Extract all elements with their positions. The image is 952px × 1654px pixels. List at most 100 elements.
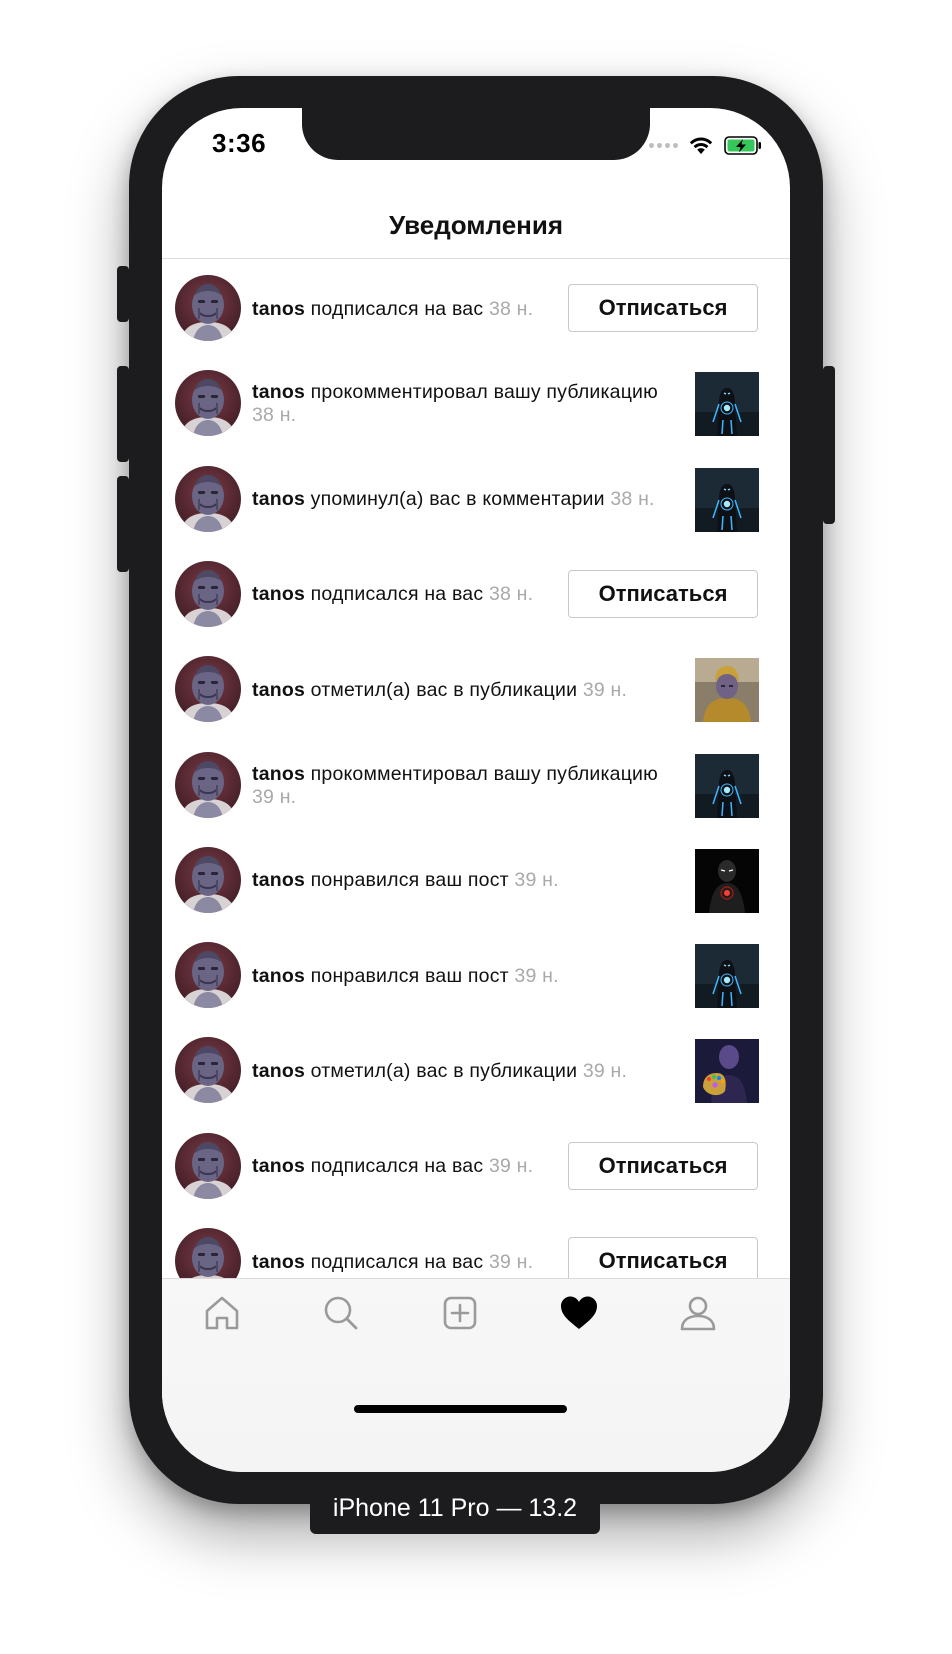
status-time: 3:36 (212, 128, 267, 158)
device-label: iPhone 11 Pro — 13.2 (310, 1482, 600, 1534)
unfollow-button[interactable]: Отписаться (568, 569, 758, 618)
avatar[interactable] (175, 1037, 241, 1104)
tab-bar (162, 1278, 790, 1472)
notification-action: отметил(а) вас в публикации (305, 1059, 583, 1082)
simulator-stage: 3:36 Уведомления tanos подписался на вас… (0, 0, 952, 1654)
navigation-header: Уведомления (162, 192, 790, 259)
volume-up-button (117, 366, 129, 462)
notification-text: tanos отметил(а) вас в публикации 39 н. (252, 1021, 627, 1121)
wifi-icon (689, 137, 713, 154)
avatar[interactable] (175, 656, 241, 723)
tab-search[interactable] (317, 1289, 365, 1337)
notification-row[interactable]: tanos понравился ваш пост 39 н. (162, 926, 790, 1026)
notification-action: упоминул(а) вас в комментарии (305, 488, 611, 511)
notification-row[interactable]: tanos подписался на вас 38 н. Отписаться (162, 545, 790, 645)
username-link[interactable]: tanos (252, 583, 305, 605)
notification-action: прокомментировал вашу публикацию (305, 762, 658, 785)
tab-activity[interactable] (555, 1289, 603, 1337)
notification-action: подписался на вас (305, 297, 489, 320)
post-thumbnail[interactable] (695, 658, 759, 723)
home-icon (205, 1296, 239, 1330)
notification-text: tanos понравился ваш пост 39 н. (252, 926, 559, 1026)
avatar[interactable] (175, 275, 241, 341)
home-indicator[interactable] (354, 1405, 567, 1413)
notification-text: tanos прокомментировал вашу публикацию 3… (252, 736, 658, 836)
timestamp: 39 н. (488, 1250, 534, 1273)
avatar[interactable] (175, 560, 241, 627)
page-title: Уведомления (388, 209, 564, 240)
notification-text: tanos отметил(а) вас в публикации 39 н. (252, 640, 627, 740)
timestamp: 39 н. (252, 785, 297, 808)
power-button (823, 366, 835, 524)
tab-add-post[interactable] (436, 1289, 484, 1337)
username-link[interactable]: tanos (252, 381, 305, 403)
unfollow-button[interactable]: Отписаться (568, 284, 758, 332)
notification-text: tanos прокомментировал вашу публикацию 3… (252, 354, 658, 454)
notification-action: прокомментировал вашу публикацию (305, 381, 658, 404)
avatar[interactable] (175, 1132, 241, 1199)
notification-row[interactable]: tanos подписался на вас 39 н. Отписаться (162, 1117, 790, 1217)
avatar[interactable] (175, 370, 241, 437)
notification-action: понравился ваш пост (305, 964, 515, 987)
unfollow-button[interactable]: Отписаться (568, 1141, 758, 1190)
notification-text: tanos подписался на вас 38 н. (252, 259, 533, 359)
timestamp: 39 н. (582, 678, 628, 701)
notifications-list[interactable]: tanos подписался на вас 38 н. Отписаться … (162, 259, 790, 1438)
search-icon (324, 1296, 358, 1330)
timestamp: 39 н. (488, 1155, 534, 1178)
timestamp: 38 н. (488, 297, 534, 320)
username-link[interactable]: tanos (252, 1060, 305, 1082)
username-link[interactable]: tanos (252, 869, 305, 891)
notification-text: tanos подписался на вас 38 н. (252, 545, 533, 645)
post-thumbnail[interactable] (695, 1039, 759, 1104)
post-thumbnail[interactable] (695, 944, 759, 1009)
post-thumbnail[interactable] (695, 467, 759, 532)
notification-row[interactable]: tanos упоминул(а) вас в комментарии 38 н… (162, 450, 790, 550)
notification-action: подписался на вас (305, 583, 489, 606)
timestamp: 39 н. (514, 964, 559, 987)
notification-text: tanos подписался на вас 39 н. (252, 1117, 533, 1217)
notification-text: tanos упоминул(а) вас в комментарии 38 н… (252, 450, 655, 550)
avatar[interactable] (175, 846, 241, 913)
username-link[interactable]: tanos (252, 298, 305, 320)
avatar[interactable] (175, 751, 241, 818)
tab-profile[interactable] (674, 1289, 722, 1337)
username-link[interactable]: tanos (252, 1251, 305, 1273)
username-link[interactable]: tanos (252, 763, 305, 785)
notch (302, 108, 650, 160)
notification-row[interactable]: tanos прокомментировал вашу публикацию 3… (162, 736, 790, 836)
timestamp: 38 н. (610, 488, 655, 511)
notification-row[interactable]: tanos понравился ваш пост 39 н. (162, 831, 790, 931)
status-indicators (649, 136, 762, 155)
timestamp: 39 н. (582, 1059, 628, 1082)
timestamp: 39 н. (514, 869, 559, 892)
timestamp: 38 н. (252, 404, 297, 427)
heart-icon (561, 1296, 597, 1329)
battery-charging-icon (724, 136, 761, 155)
username-link[interactable]: tanos (252, 965, 305, 987)
tab-home[interactable] (198, 1289, 246, 1337)
post-thumbnail[interactable] (695, 372, 759, 437)
notification-action: подписался на вас (305, 1155, 489, 1178)
notification-text: tanos понравился ваш пост 39 н. (252, 831, 559, 931)
notification-action: отметил(а) вас в публикации (305, 678, 583, 701)
post-thumbnail[interactable] (695, 848, 759, 913)
notification-row[interactable]: tanos подписался на вас 38 н. Отписаться (162, 259, 790, 359)
notification-row[interactable]: tanos отметил(а) вас в публикации 39 н. (162, 1021, 790, 1121)
timestamp: 38 н. (488, 583, 534, 606)
notification-row[interactable]: tanos прокомментировал вашу публикацию 3… (162, 354, 790, 454)
cellular-signal-icon (649, 143, 678, 148)
phone-screen: 3:36 Уведомления tanos подписался на вас… (162, 108, 790, 1472)
username-link[interactable]: tanos (252, 1155, 305, 1177)
notification-row[interactable]: tanos отметил(а) вас в публикации 39 н. (162, 640, 790, 740)
notification-action: подписался на вас (305, 1250, 489, 1273)
profile-icon (680, 1296, 716, 1331)
username-link[interactable]: tanos (252, 488, 305, 510)
avatar[interactable] (175, 465, 241, 532)
notification-action: понравился ваш пост (305, 869, 515, 892)
volume-down-button (117, 476, 129, 572)
username-link[interactable]: tanos (252, 679, 305, 701)
avatar[interactable] (175, 942, 241, 1009)
add-post-icon (443, 1296, 477, 1330)
post-thumbnail[interactable] (695, 753, 759, 818)
